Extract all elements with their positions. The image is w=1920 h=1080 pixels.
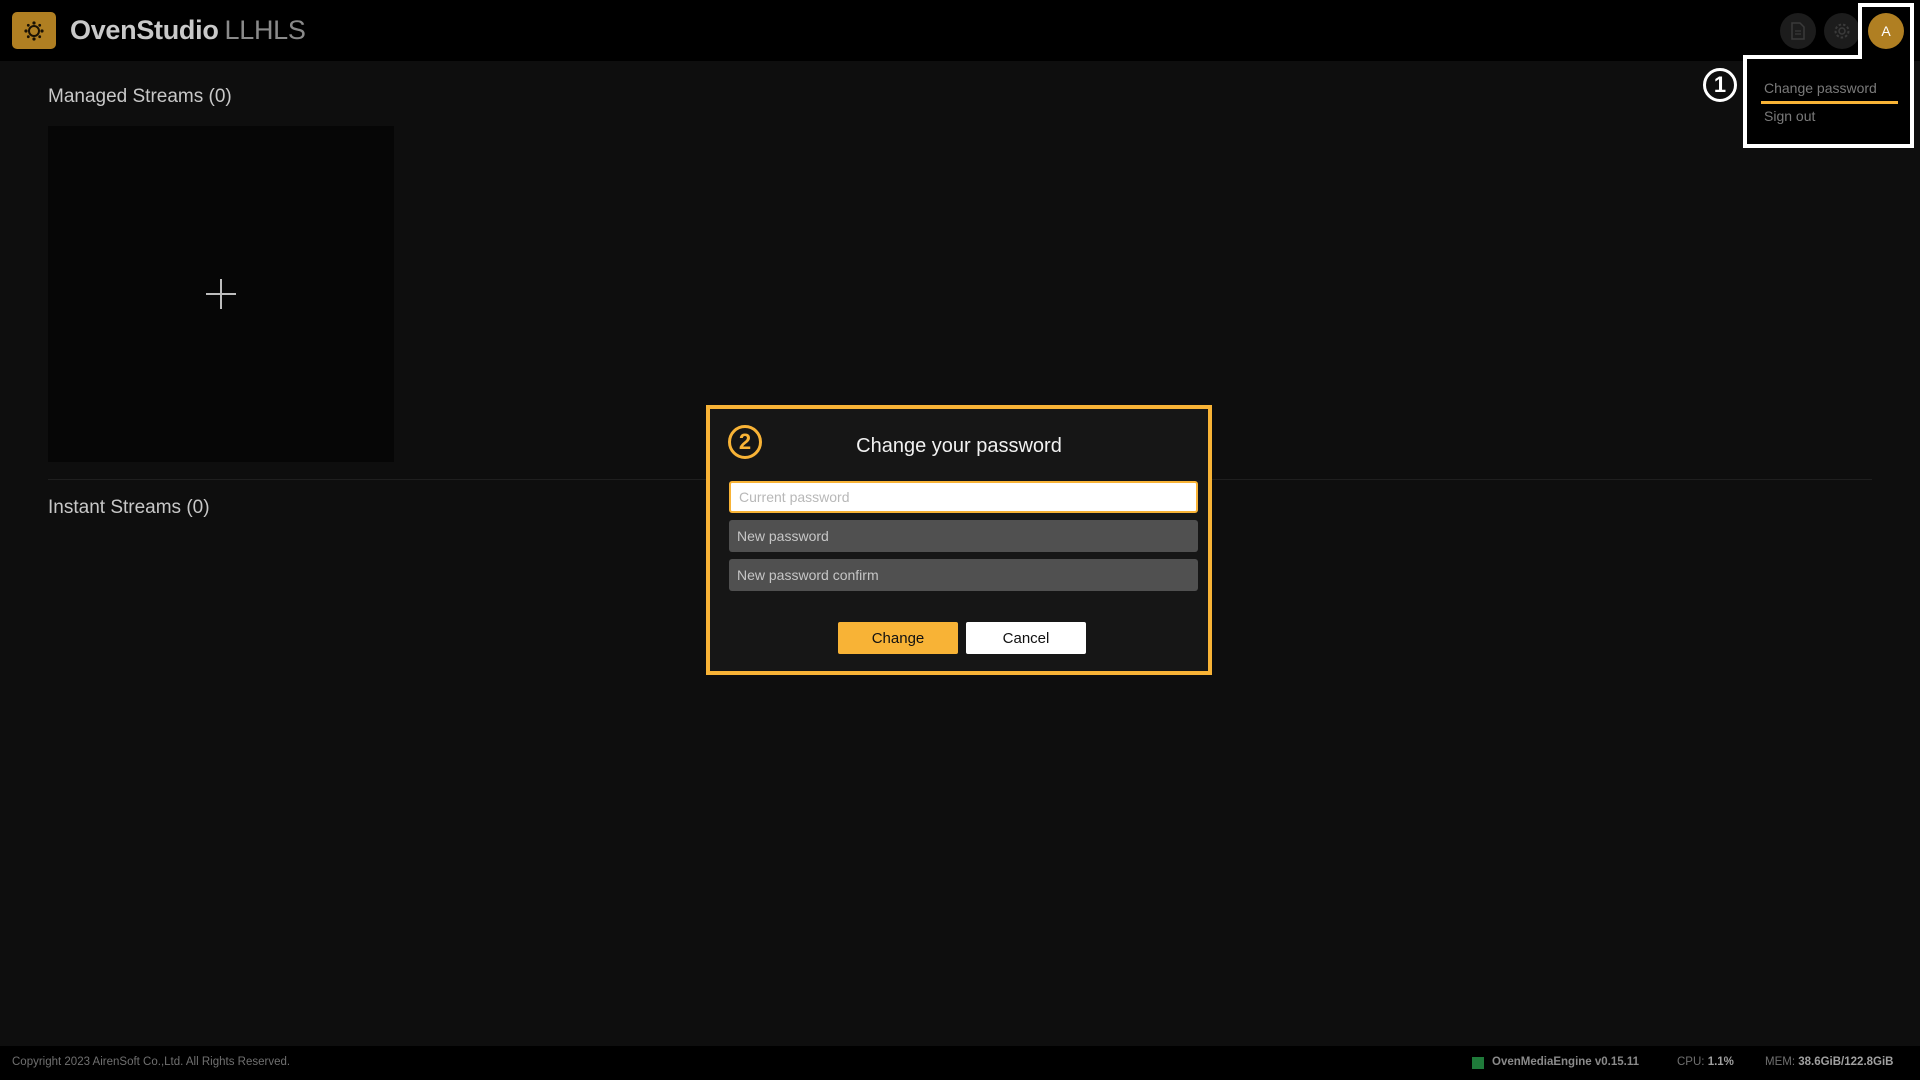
menu-item-sign-out[interactable]: Sign out [1764,108,1815,124]
document-icon[interactable] [1780,13,1816,49]
app-edition: LLHLS [224,15,306,45]
plus-icon [206,279,236,309]
menu-item-change-password[interactable]: Change password [1764,80,1877,96]
mem-value: 38.6GiB/122.8GiB [1798,1056,1894,1068]
managed-streams-heading: Managed Streams (0) [48,86,232,107]
app-title: OvenStudio LLHLS [70,13,306,47]
highlight-avatar [1858,3,1914,58]
new-password-field[interactable] [729,520,1198,552]
new-password-confirm-field[interactable] [729,559,1198,591]
step-1-marker: 1 [1703,68,1737,102]
current-password-field[interactable] [729,481,1198,513]
app-name: OvenStudio [70,15,219,45]
dialog-title: Change your password [856,435,1062,457]
copyright-text: Copyright 2023 AirenSoft Co.,Ltd. All Ri… [12,1056,291,1068]
change-password-dialog: 2 Change your password Change Cancel [706,405,1212,675]
engine-status-indicator [1472,1057,1484,1069]
cpu-value: 1.1% [1707,1056,1734,1068]
logo-icon[interactable] [12,12,56,49]
cpu-label: CPU: [1677,1056,1705,1068]
mem-label: MEM: [1765,1056,1796,1068]
instant-streams-heading: Instant Streams (0) [48,497,210,518]
menu-item-underline [1761,101,1898,104]
highlight-gap [1862,55,1910,59]
memory-usage: MEM: 38.6GiB/122.8GiB [1765,1056,1893,1068]
engine-version: OvenMediaEngine v0.15.11 [1492,1056,1640,1068]
top-bar: OvenStudio LLHLS A [0,0,1920,61]
user-dropdown-menu: Change password Sign out [1747,59,1910,144]
status-bar: Copyright 2023 AirenSoft Co.,Ltd. All Ri… [0,1046,1920,1080]
cancel-button[interactable]: Cancel [966,622,1086,654]
gear-icon[interactable] [1824,13,1860,49]
change-button[interactable]: Change [838,622,958,654]
add-stream-button[interactable] [48,126,394,462]
cpu-usage: CPU: 1.1% [1677,1056,1734,1068]
